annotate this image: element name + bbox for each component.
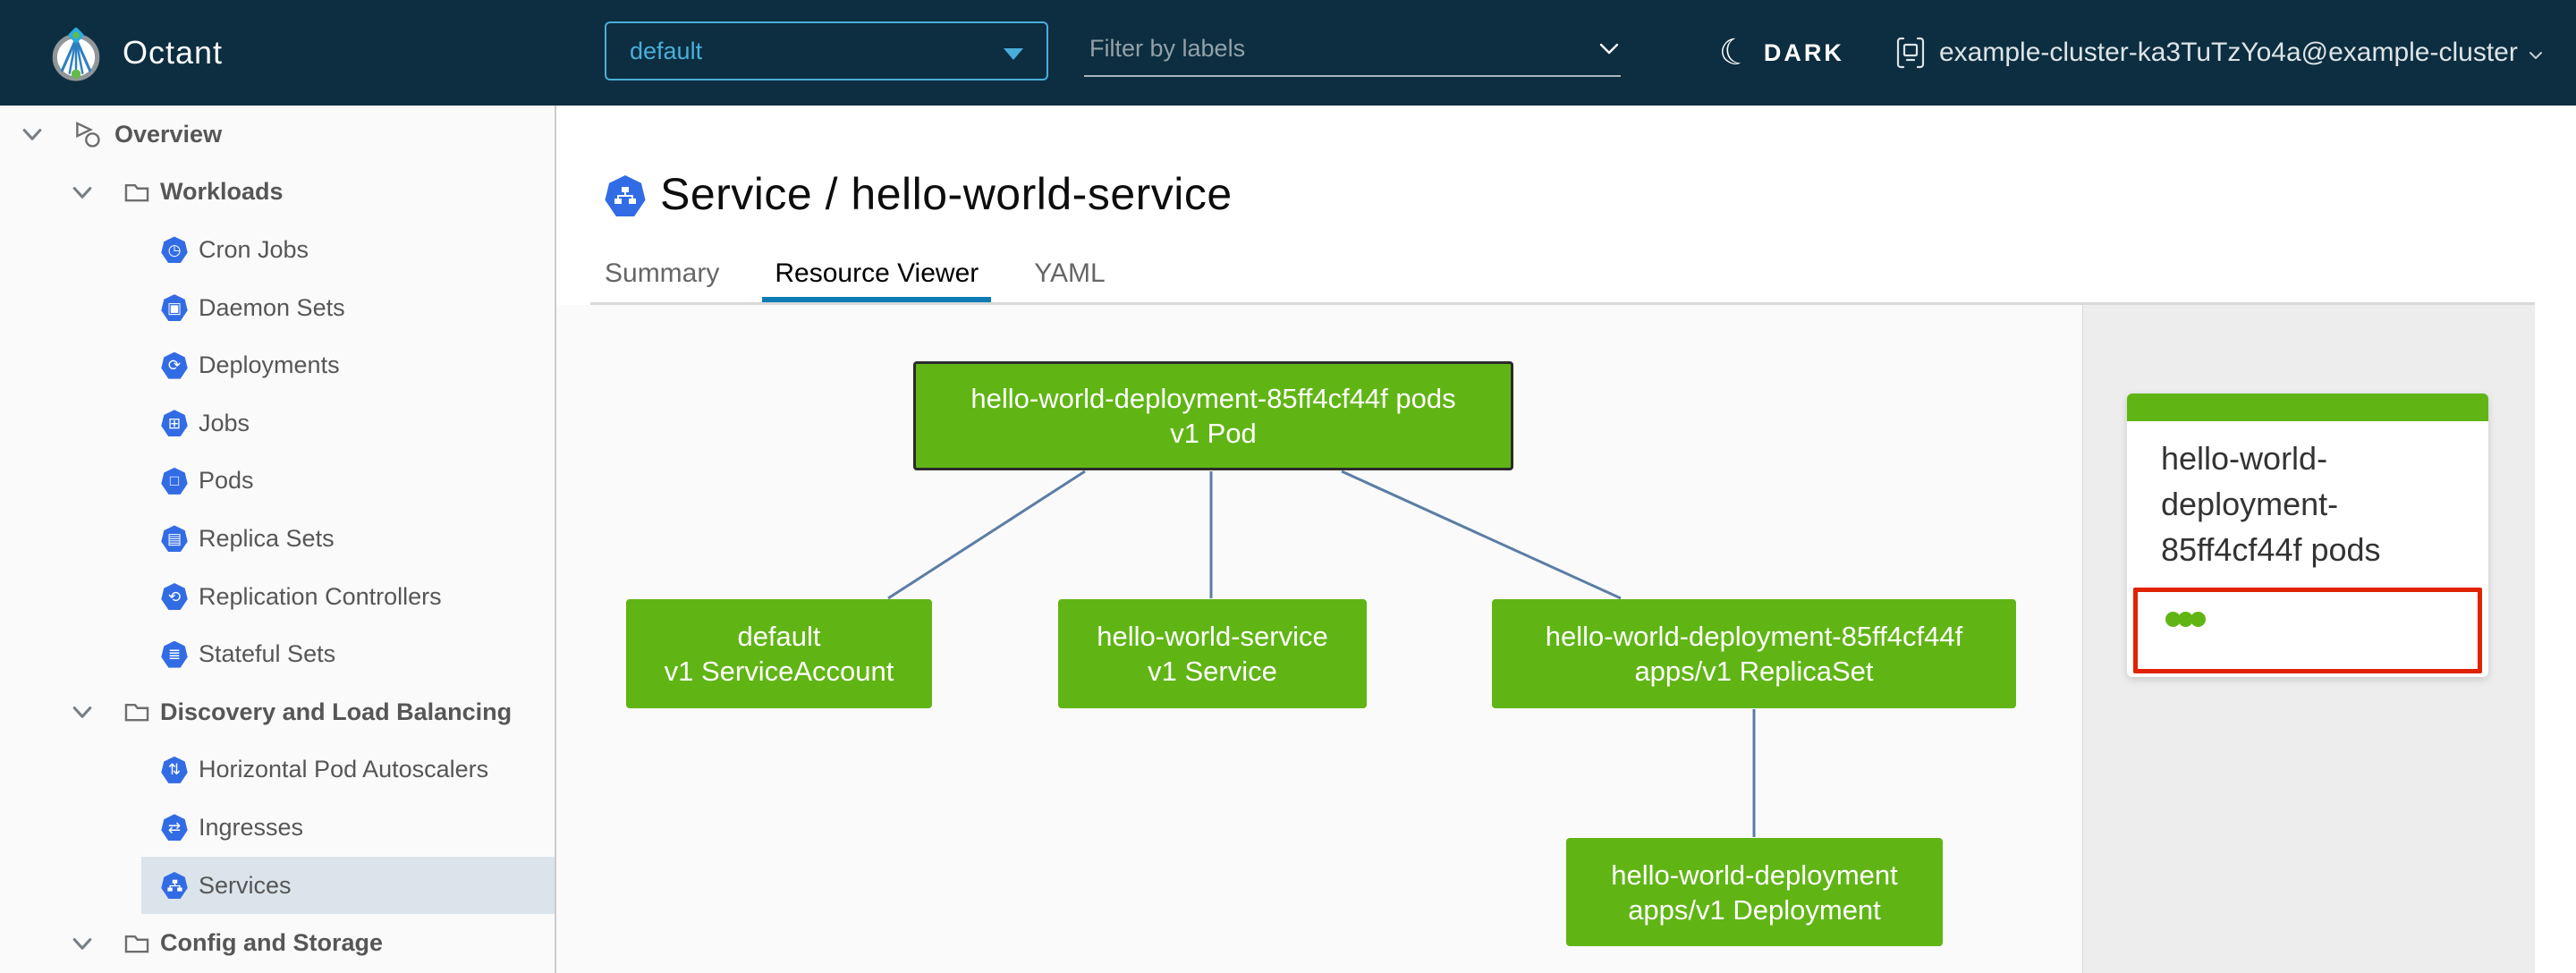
service-icon xyxy=(605,175,646,216)
app-title: Octant xyxy=(123,34,224,71)
label-filter-input[interactable] xyxy=(1084,21,1621,77)
label-filter xyxy=(1084,21,1621,77)
sidebar-item-daemon-sets[interactable]: ▣ Daemon Sets xyxy=(0,279,555,337)
moon-icon: ☾ xyxy=(1715,30,1756,76)
sidebar-item-cron-jobs[interactable]: ◷ Cron Jobs xyxy=(0,221,555,279)
sidebar-item-replica-sets[interactable]: ▤ Replica Sets xyxy=(0,510,555,568)
replica-sets-icon: ▤ xyxy=(161,525,188,553)
tab-yaml[interactable]: YAML xyxy=(1034,250,1105,297)
sidebar-item-stateful-sets[interactable]: ≣ Stateful Sets xyxy=(0,625,555,683)
stateful-sets-icon: ≣ xyxy=(161,640,188,668)
graph-node-service-account[interactable]: default v1 ServiceAccount xyxy=(626,599,932,708)
sidebar-item-services[interactable]: Services xyxy=(0,856,555,915)
sidebar-item-overview[interactable]: Overview xyxy=(0,106,555,164)
status-bar-green xyxy=(2127,393,2488,421)
jobs-icon: ⊞ xyxy=(161,410,188,437)
replication-controllers-icon: ⟲ xyxy=(161,583,188,611)
pod-status-selection-box[interactable] xyxy=(2133,588,2482,673)
chevron-down-icon[interactable] xyxy=(20,122,45,147)
node-kind: v1 ServiceAccount xyxy=(664,656,894,687)
graph-node-deployment[interactable]: hello-world-deployment apps/v1 Deploymen… xyxy=(1566,838,1943,946)
sidebar-item-ingresses[interactable]: ⇄ Ingresses xyxy=(0,799,555,857)
sidebar-item-label: Horizontal Pod Autoscalers xyxy=(199,756,489,783)
cluster-context-menu[interactable]: example-cluster-ka3TuTzYo4a@example-clus… xyxy=(1894,0,2543,106)
sidebar-item-label: Cron Jobs xyxy=(199,235,309,263)
node-kind: v1 Service xyxy=(1148,656,1277,687)
chevron-down-icon[interactable] xyxy=(70,699,95,724)
resource-tabs: Summary Resource Viewer YAML xyxy=(605,250,1106,302)
overview-icon xyxy=(76,122,100,148)
sidebar-item-label: Deployments xyxy=(199,351,340,379)
chevron-down-icon[interactable] xyxy=(70,180,95,205)
cluster-context-label: example-cluster-ka3TuTzYo4a@example-clus… xyxy=(1939,38,2518,67)
chevron-down-icon[interactable] xyxy=(70,931,95,956)
sidebar-item-horizontal-pod-autoscalers[interactable]: ⇅ Horizontal Pod Autoscalers xyxy=(0,741,555,800)
selected-resource-card[interactable]: hello-world-deployment-85ff4cf44f pods xyxy=(2127,393,2488,677)
sidebar-item-label: Overview xyxy=(114,120,223,148)
selected-resource-title: hello-world-deployment-85ff4cf44f pods xyxy=(2161,440,2381,568)
sidebar-item-label: Workloads xyxy=(160,178,284,206)
chevron-down-icon[interactable] xyxy=(1599,43,1619,55)
sidebar-item-label: Replica Sets xyxy=(199,524,335,552)
sidebar-item-jobs[interactable]: ⊞ Jobs xyxy=(0,394,555,453)
graph-node-service[interactable]: hello-world-service v1 Service xyxy=(1058,599,1367,708)
sidebar-item-label: Services xyxy=(199,871,292,899)
hpa-icon: ⇅ xyxy=(161,756,188,783)
caret-down-icon xyxy=(1004,48,1023,60)
sidebar-item-label: Pods xyxy=(199,467,254,495)
node-name: hello-world-deployment-85ff4cf44f xyxy=(1545,621,1963,652)
tab-resource-viewer[interactable]: Resource Viewer xyxy=(762,250,992,302)
cluster-icon xyxy=(1896,37,1925,69)
sidebar-item-label: Discovery and Load Balancing xyxy=(160,698,513,725)
node-name: default xyxy=(737,621,821,652)
octant-logo-icon xyxy=(52,27,100,81)
sidebar-item-config-and-storage[interactable]: Config and Storage xyxy=(0,914,555,972)
sidebar-item-label: Daemon Sets xyxy=(199,293,345,321)
ingresses-icon: ⇄ xyxy=(161,814,188,842)
sidebar-item-discovery-and-load-balancing[interactable]: Discovery and Load Balancing xyxy=(0,683,555,741)
services-icon xyxy=(161,872,188,900)
folder-icon xyxy=(124,704,149,722)
sidebar-item-label: Ingresses xyxy=(199,813,304,841)
caret-down-icon xyxy=(2529,52,2542,59)
cron-jobs-icon: ◷ xyxy=(161,236,188,264)
selection-detail-panel: hello-world-deployment-85ff4cf44f pods xyxy=(2082,305,2535,973)
app-header: Octant default ☾ DARK example-cluster-ka… xyxy=(0,0,2576,106)
node-kind: v1 Pod xyxy=(1170,418,1257,449)
dark-mode-label: DARK xyxy=(1763,38,1844,66)
node-kind: apps/v1 ReplicaSet xyxy=(1634,656,1874,687)
sidebar-item-label: Config and Storage xyxy=(160,929,383,957)
pods-icon: □ xyxy=(161,467,188,495)
sidebar-item-replication-controllers[interactable]: ⟲ Replication Controllers xyxy=(0,568,555,626)
sidebar-nav: Overview Workloads ◷ Cron Jobs ▣ Daemon … xyxy=(0,106,556,973)
tab-summary[interactable]: Summary xyxy=(605,250,719,297)
dark-mode-toggle[interactable]: ☾ DARK xyxy=(1715,0,1844,106)
folder-icon xyxy=(124,183,149,202)
node-name: hello-world-deployment-85ff4cf44f pods xyxy=(970,383,1456,414)
sidebar-item-label: Replication Controllers xyxy=(199,582,442,610)
deployments-icon: ⟳ xyxy=(161,351,188,379)
sidebar-item-label: Jobs xyxy=(199,409,250,436)
daemon-sets-icon: ▣ xyxy=(161,294,188,322)
node-name: hello-world-deployment xyxy=(1611,859,1898,891)
pod-status-dots xyxy=(2165,612,2206,627)
node-name: hello-world-service xyxy=(1097,621,1328,652)
namespace-select-value: default xyxy=(630,37,703,64)
page-title: Service / hello-world-service xyxy=(660,169,1233,219)
pod-status-dot xyxy=(2190,612,2206,627)
graph-node-pod[interactable]: hello-world-deployment-85ff4cf44f pods v… xyxy=(913,361,1513,470)
namespace-select[interactable]: default xyxy=(605,21,1048,80)
graph-node-replica-set[interactable]: hello-world-deployment-85ff4cf44f apps/v… xyxy=(1492,599,2016,708)
sidebar-item-label: Stateful Sets xyxy=(199,640,336,668)
sidebar-item-workloads[interactable]: Workloads xyxy=(0,164,555,222)
folder-icon xyxy=(124,935,149,953)
node-kind: apps/v1 Deployment xyxy=(1628,893,1881,926)
sidebar-item-pods[interactable]: □ Pods xyxy=(0,453,555,511)
sidebar-item-deployments[interactable]: ⟳ Deployments xyxy=(0,336,555,394)
